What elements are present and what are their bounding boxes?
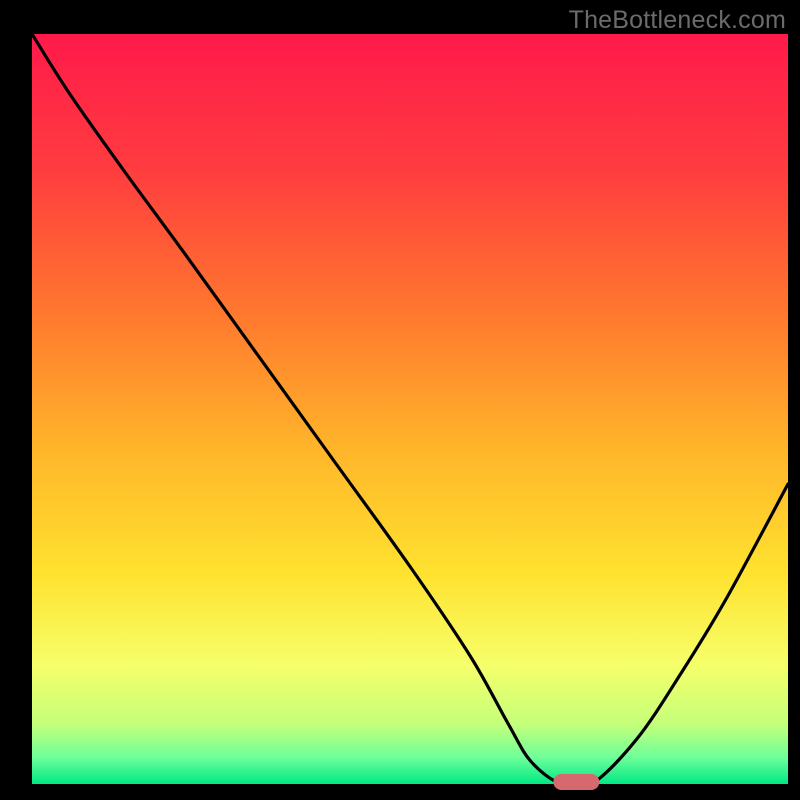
optimal-marker — [553, 774, 599, 790]
chart-frame: TheBottleneck.com — [0, 0, 800, 800]
bottleneck-chart — [0, 0, 800, 800]
plot-background — [32, 34, 788, 784]
